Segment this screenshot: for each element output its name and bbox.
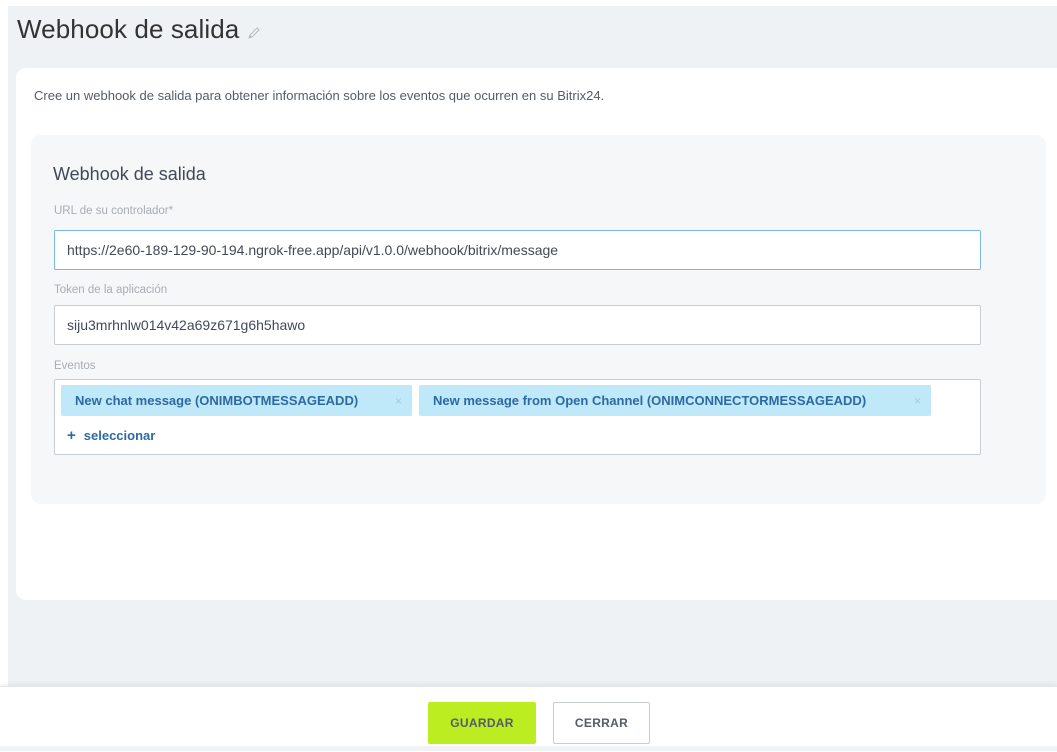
- page-title: Webhook de salida: [17, 14, 240, 44]
- bottom-divider: [0, 746, 1057, 751]
- footer-bar: GUARDAR CERRAR: [0, 686, 1057, 752]
- close-button[interactable]: CERRAR: [553, 702, 650, 744]
- pencil-icon[interactable]: [247, 26, 261, 40]
- event-tag-chat-message[interactable]: New chat message (ONIMBOTMESSAGEADD) ×: [61, 385, 412, 416]
- add-event-link[interactable]: + seleccionar: [67, 427, 155, 444]
- url-input[interactable]: https://2e60-189-129-90-194.ngrok-free.a…: [54, 230, 981, 270]
- close-icon[interactable]: ×: [395, 394, 402, 408]
- events-label: Eventos: [54, 360, 96, 372]
- event-tag-label: New message from Open Channel (ONIMCONNE…: [433, 393, 867, 408]
- save-button[interactable]: GUARDAR: [428, 702, 536, 744]
- token-input[interactable]: siju3mrhnlw014v42a69z671g6h5hawo: [54, 305, 981, 345]
- events-selector[interactable]: New chat message (ONIMBOTMESSAGEADD) × N…: [54, 379, 981, 455]
- plus-icon: +: [67, 427, 76, 444]
- page-description: Cree un webhook de salida para obtener i…: [34, 88, 605, 103]
- token-label: Token de la aplicación: [54, 284, 168, 296]
- close-icon[interactable]: ×: [914, 394, 921, 408]
- form-heading: Webhook de salida: [53, 164, 206, 184]
- event-tag-open-channel[interactable]: New message from Open Channel (ONIMCONNE…: [419, 385, 931, 416]
- event-tag-label: New chat message (ONIMBOTMESSAGEADD): [75, 393, 359, 408]
- webhook-form: Webhook de salida URL de su controlador*…: [31, 135, 1046, 504]
- add-event-label: seleccionar: [83, 428, 156, 443]
- title-row: Webhook de salida: [17, 14, 261, 45]
- main-card: Cree un webhook de salida para obtener i…: [16, 68, 1057, 600]
- url-label: URL de su controlador*: [54, 205, 174, 217]
